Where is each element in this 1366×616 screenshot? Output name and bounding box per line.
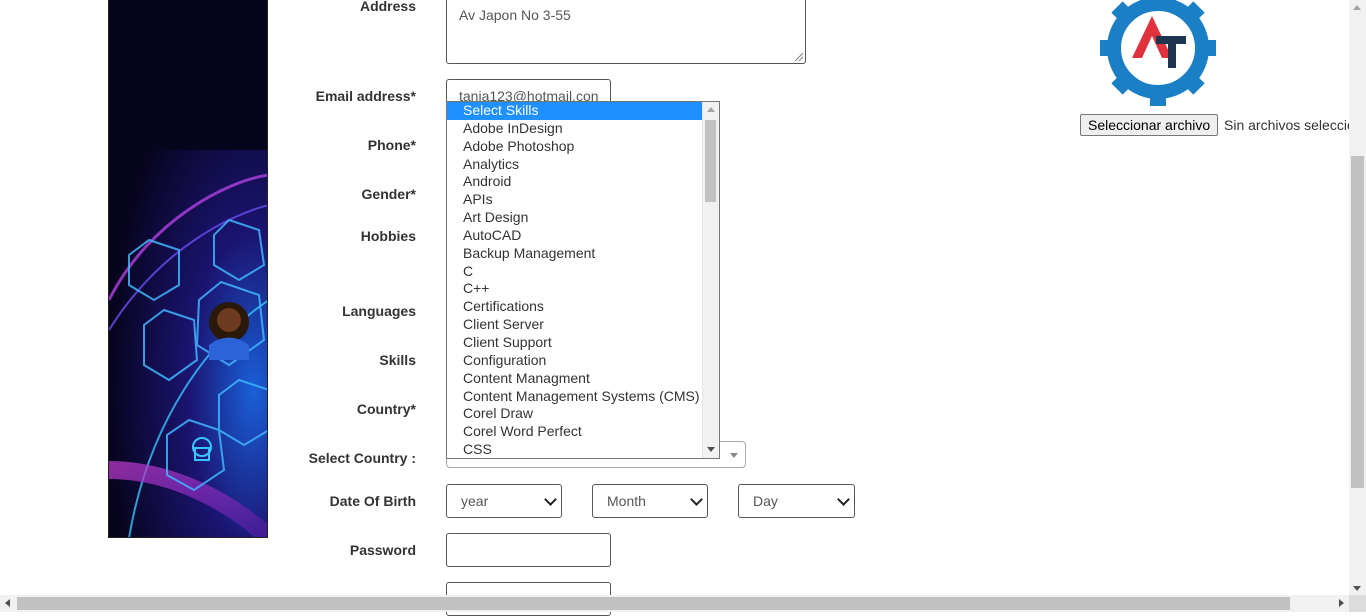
languages-label: Languages — [342, 303, 416, 319]
scroll-up-icon[interactable] — [1353, 5, 1361, 10]
address-textarea[interactable]: Av Japon No 3-55 — [446, 0, 806, 64]
country-label: Country* — [356, 401, 416, 417]
scrollbar-corner — [1349, 595, 1366, 612]
skills-option[interactable]: Client Server — [447, 316, 687, 334]
skills-option[interactable]: Configuration — [447, 352, 687, 370]
skills-option[interactable]: Backup Management — [447, 245, 687, 263]
chevron-down-icon — [730, 453, 738, 458]
skills-option[interactable]: Corel Word Perfect — [447, 423, 687, 441]
side-banner-image — [108, 0, 268, 538]
phone-label: Phone* — [367, 137, 416, 153]
scroll-down-icon[interactable] — [1353, 586, 1361, 591]
page-horizontal-scrollbar[interactable] — [0, 595, 1349, 612]
dob-month-select[interactable]: Month — [592, 484, 708, 518]
skills-option[interactable]: Art Design — [447, 209, 687, 227]
skills-option[interactable]: Certifications — [447, 298, 687, 316]
skills-option[interactable]: CSS — [447, 441, 687, 458]
scroll-up-icon[interactable] — [707, 107, 715, 112]
chevron-down-icon — [544, 493, 557, 506]
skills-label: Skills — [379, 352, 416, 368]
page-vertical-scrollbar[interactable] — [1349, 0, 1366, 595]
dropdown-scroll-thumb[interactable] — [705, 120, 716, 202]
skills-option[interactable]: APIs — [447, 191, 687, 209]
password-field[interactable] — [446, 533, 611, 567]
dropdown-scrollbar[interactable] — [702, 102, 719, 458]
skills-option[interactable]: C — [447, 263, 687, 281]
page-vertical-scroll-thumb[interactable] — [1351, 156, 1364, 488]
skills-option[interactable]: Corel Draw — [447, 405, 687, 423]
file-status-text: Sin archivos seleccionados — [1224, 117, 1366, 133]
skills-option[interactable]: Content Managment — [447, 370, 687, 388]
hobbies-label: Hobbies — [360, 228, 416, 244]
dob-day-value: Day — [753, 493, 778, 509]
page-horizontal-scroll-thumb[interactable] — [17, 597, 1290, 610]
select-country-label: Select Country : — [308, 450, 416, 466]
at-logo-gear-icon — [1100, 0, 1216, 106]
dob-year-value: year — [461, 493, 489, 509]
skills-option[interactable]: C++ — [447, 280, 687, 298]
resize-handle-icon[interactable] — [795, 53, 803, 61]
address-value: Av Japon No 3-55 — [459, 7, 571, 23]
gender-label: Gender* — [361, 186, 416, 202]
dob-label: Date Of Birth — [329, 493, 416, 509]
email-label: Email address* — [315, 88, 416, 104]
dob-day-select[interactable]: Day — [738, 484, 855, 518]
scroll-right-icon[interactable] — [1339, 599, 1344, 607]
dob-month-value: Month — [607, 493, 646, 509]
password-label: Password — [349, 542, 416, 558]
skills-option[interactable]: Adobe InDesign — [447, 120, 687, 138]
scroll-down-icon[interactable] — [707, 447, 715, 452]
chevron-down-icon — [837, 493, 850, 506]
skills-option[interactable]: AutoCAD — [447, 227, 687, 245]
skills-option[interactable]: Content Management Systems (CMS) — [447, 388, 700, 406]
chevron-down-icon — [690, 493, 703, 506]
skills-dropdown-list[interactable]: Select Skills Adobe InDesign Adobe Photosh… — [446, 101, 720, 459]
skills-option[interactable]: Adobe Photoshop — [447, 138, 687, 156]
scroll-left-icon[interactable] — [5, 599, 10, 607]
skills-option[interactable]: Select Skills — [447, 102, 702, 120]
choose-file-button[interactable]: Seleccionar archivo — [1080, 114, 1219, 136]
skills-option[interactable]: Analytics — [447, 156, 687, 174]
dob-year-select[interactable]: year — [446, 484, 562, 518]
address-label: Address — [359, 0, 416, 14]
skills-option[interactable]: Android — [447, 173, 687, 191]
skills-option[interactable]: Client Support — [447, 334, 687, 352]
